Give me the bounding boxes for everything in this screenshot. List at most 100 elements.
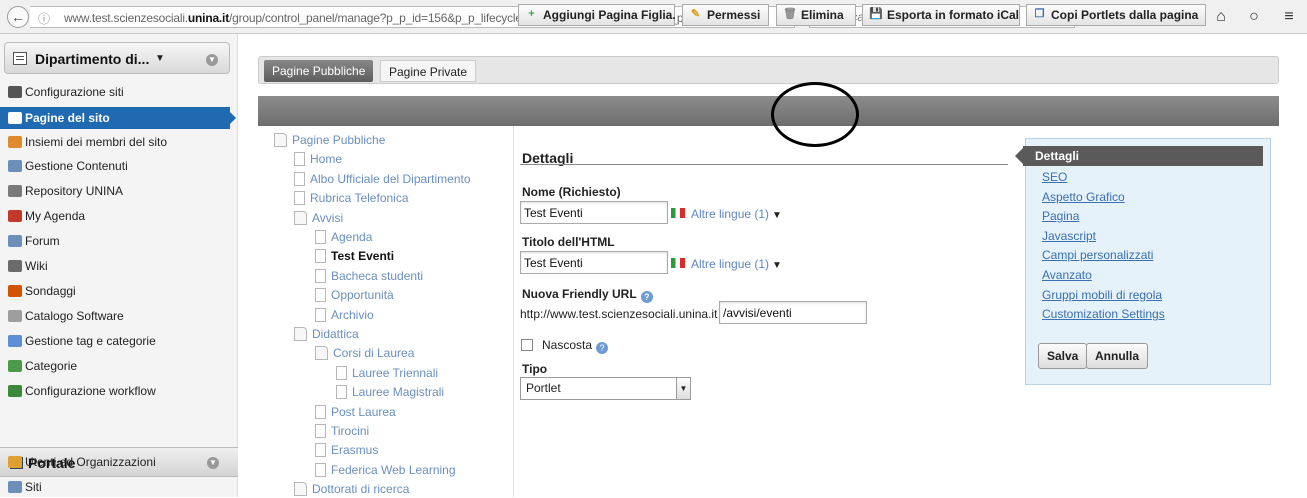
help-icon[interactable]: ? <box>640 291 653 303</box>
hidden-checkbox[interactable] <box>521 339 533 351</box>
home-icon[interactable]: ⌂ <box>1212 8 1230 26</box>
sidebar-item[interactable]: Gestione tag e categorie <box>8 330 236 352</box>
type-select[interactable]: Portlet ▼ <box>520 377 691 400</box>
tree-node[interactable]: Lauree Magistrali <box>336 385 445 400</box>
tree-node-label: Federica Web Learning <box>331 462 456 477</box>
menu-icon[interactable]: ≡ <box>1280 8 1298 26</box>
sidebar-item[interactable]: Gestione Contenuti <box>8 155 236 177</box>
sidebar-portal-item[interactable]: Siti <box>8 476 236 498</box>
nav-link[interactable]: Gruppi mobili di regola <box>1042 288 1162 302</box>
html-title-input[interactable] <box>520 251 668 274</box>
tab-private-pages[interactable]: Pagine Private <box>380 60 477 82</box>
tree-node[interactable]: Avvisi <box>294 210 344 225</box>
tree-node[interactable]: Bacheca studenti <box>315 268 424 283</box>
tree-node[interactable]: Federica Web Learning <box>315 462 456 477</box>
sidebar-portal-item[interactable]: Utenti ed Organizzazioni <box>8 451 236 473</box>
tree-node[interactable]: Opportunità <box>315 288 394 303</box>
site-name: Dipartimento di... <box>35 51 150 67</box>
tree-node-label: Erasmus <box>331 443 379 458</box>
friendly-url-input[interactable] <box>719 301 867 324</box>
name-input[interactable] <box>520 201 668 224</box>
sidebar-item[interactable]: Sondaggi <box>8 280 236 302</box>
tree-node-label: Dottorati di ricerca <box>312 482 410 497</box>
tags-icon <box>8 335 22 347</box>
help-icon[interactable]: ? <box>596 342 609 354</box>
tree-node[interactable]: Home <box>294 152 342 167</box>
sidebar-item[interactable]: Wiki <box>8 255 236 277</box>
other-languages-link[interactable]: Altre lingue (1) ▼ <box>671 207 782 221</box>
action-button-label: Esporta in formato iCal <box>887 8 1020 22</box>
tree-node[interactable]: Tirocini <box>315 424 369 438</box>
nav-link[interactable]: Pagina <box>1042 209 1079 223</box>
friendly-url-prefix: http://www.test.scienzesociali.unina.it <box>520 307 718 321</box>
page-icon <box>315 404 326 419</box>
tree-node[interactable]: Didattica <box>294 327 359 341</box>
tree-node[interactable]: Archivio <box>315 307 374 322</box>
tab-public-pages[interactable]: Pagine Pubbliche <box>264 60 374 82</box>
folder-icon <box>294 327 307 341</box>
nav-link[interactable]: Javascript <box>1042 229 1096 243</box>
sidebar-item[interactable]: Insiemi dei membri del sito <box>8 131 236 153</box>
sidebar-item-label: Configurazione siti <box>25 85 124 99</box>
page-icon <box>315 424 326 438</box>
sidebar-item[interactable]: Forum <box>8 230 236 252</box>
tree-node[interactable]: Corsi di Laurea <box>315 346 414 361</box>
tree-node-label: Lauree Triennali <box>352 365 439 380</box>
tree-node[interactable]: Lauree Triennali <box>336 365 439 380</box>
sidebar-item-label: Categorie <box>25 359 78 373</box>
tree-node-label: Post Laurea <box>331 404 396 419</box>
page-icon <box>294 191 305 206</box>
nav-details-active[interactable]: Dettagli <box>1015 146 1263 166</box>
action-button[interactable]: + Aggiungi Pagina Figlia. <box>518 4 676 26</box>
tree-node-label: Bacheca studenti <box>331 268 424 283</box>
catalog-icon <box>8 310 22 322</box>
tree-node-label: Rubrica Telefonica <box>310 191 409 206</box>
tree-node[interactable]: Agenda <box>315 230 372 244</box>
collapse-icon[interactable]: ▼ <box>206 54 218 66</box>
chat-icon[interactable]: ○ <box>1245 8 1263 26</box>
sidebar-item[interactable]: My Agenda <box>8 205 236 227</box>
tree-node[interactable]: Albo Ufficiale del Dipartimento <box>294 171 471 186</box>
sidebar-item[interactable]: Pagine del sito <box>0 107 236 129</box>
sidebar-item[interactable]: Configurazione workflow <box>8 380 236 402</box>
nav-link[interactable]: Avanzato <box>1042 268 1092 282</box>
tree-node[interactable]: Pagine Pubbliche <box>274 133 385 147</box>
tree-node[interactable]: Post Laurea <box>315 404 396 419</box>
nav-link[interactable]: Aspetto Grafico <box>1042 190 1125 204</box>
tree-node[interactable]: Erasmus <box>315 443 379 458</box>
sidebar-item[interactable]: Configurazione siti <box>8 81 236 103</box>
page-tabs: Pagine Pubbliche Pagine Private <box>258 56 1279 84</box>
globe-icon: ⓘ <box>38 12 51 26</box>
site-icon <box>13 52 27 65</box>
page-icon <box>294 152 305 167</box>
sidebar-item-label: Catalogo Software <box>25 309 124 323</box>
sidebar-item[interactable]: Categorie <box>8 355 236 377</box>
cancel-button[interactable]: Annulla <box>1086 343 1148 369</box>
page-icon <box>315 288 326 303</box>
tree-node-label: Lauree Magistrali <box>352 385 445 400</box>
tree-node-label: Avvisi <box>312 210 344 225</box>
action-button[interactable]: ✎ Permessi <box>682 4 769 26</box>
save-button[interactable]: Salva <box>1038 343 1088 369</box>
nav-link[interactable]: Campi personalizzati <box>1042 248 1153 262</box>
page-icon <box>315 462 326 477</box>
sidebar-item[interactable]: Repository UNINA <box>8 180 236 202</box>
permissions-icon: ✎ <box>690 8 701 20</box>
other-languages-link-2[interactable]: Altre lingue (1) ▼ <box>671 257 782 271</box>
nav-link[interactable]: Customization Settings <box>1042 307 1165 321</box>
action-button[interactable]: 💾 Esporta in formato iCal <box>862 4 1020 26</box>
nav-link[interactable]: SEO <box>1042 170 1067 184</box>
action-button[interactable]: 🗑 Elimina <box>776 4 856 26</box>
site-selector[interactable]: Dipartimento di... ▼ <box>4 42 230 74</box>
address-bar[interactable]: ⓘ www.test.scienzesociali.unina.it/group… <box>30 6 795 28</box>
tree-node[interactable]: Dottorati di ricerca <box>294 482 410 497</box>
back-icon[interactable]: ← <box>7 6 29 28</box>
page-icon <box>294 171 305 186</box>
type-label: Tipo <box>522 362 548 376</box>
sidebar-item[interactable]: Catalogo Software <box>8 305 236 327</box>
italian-flag-icon <box>671 208 685 218</box>
tree-node[interactable]: Test Eventi <box>315 249 394 264</box>
action-button[interactable]: ❐ Copi Portlets dalla pagina <box>1026 4 1206 26</box>
page-icon <box>315 307 326 322</box>
tree-node[interactable]: Rubrica Telefonica <box>294 191 409 206</box>
